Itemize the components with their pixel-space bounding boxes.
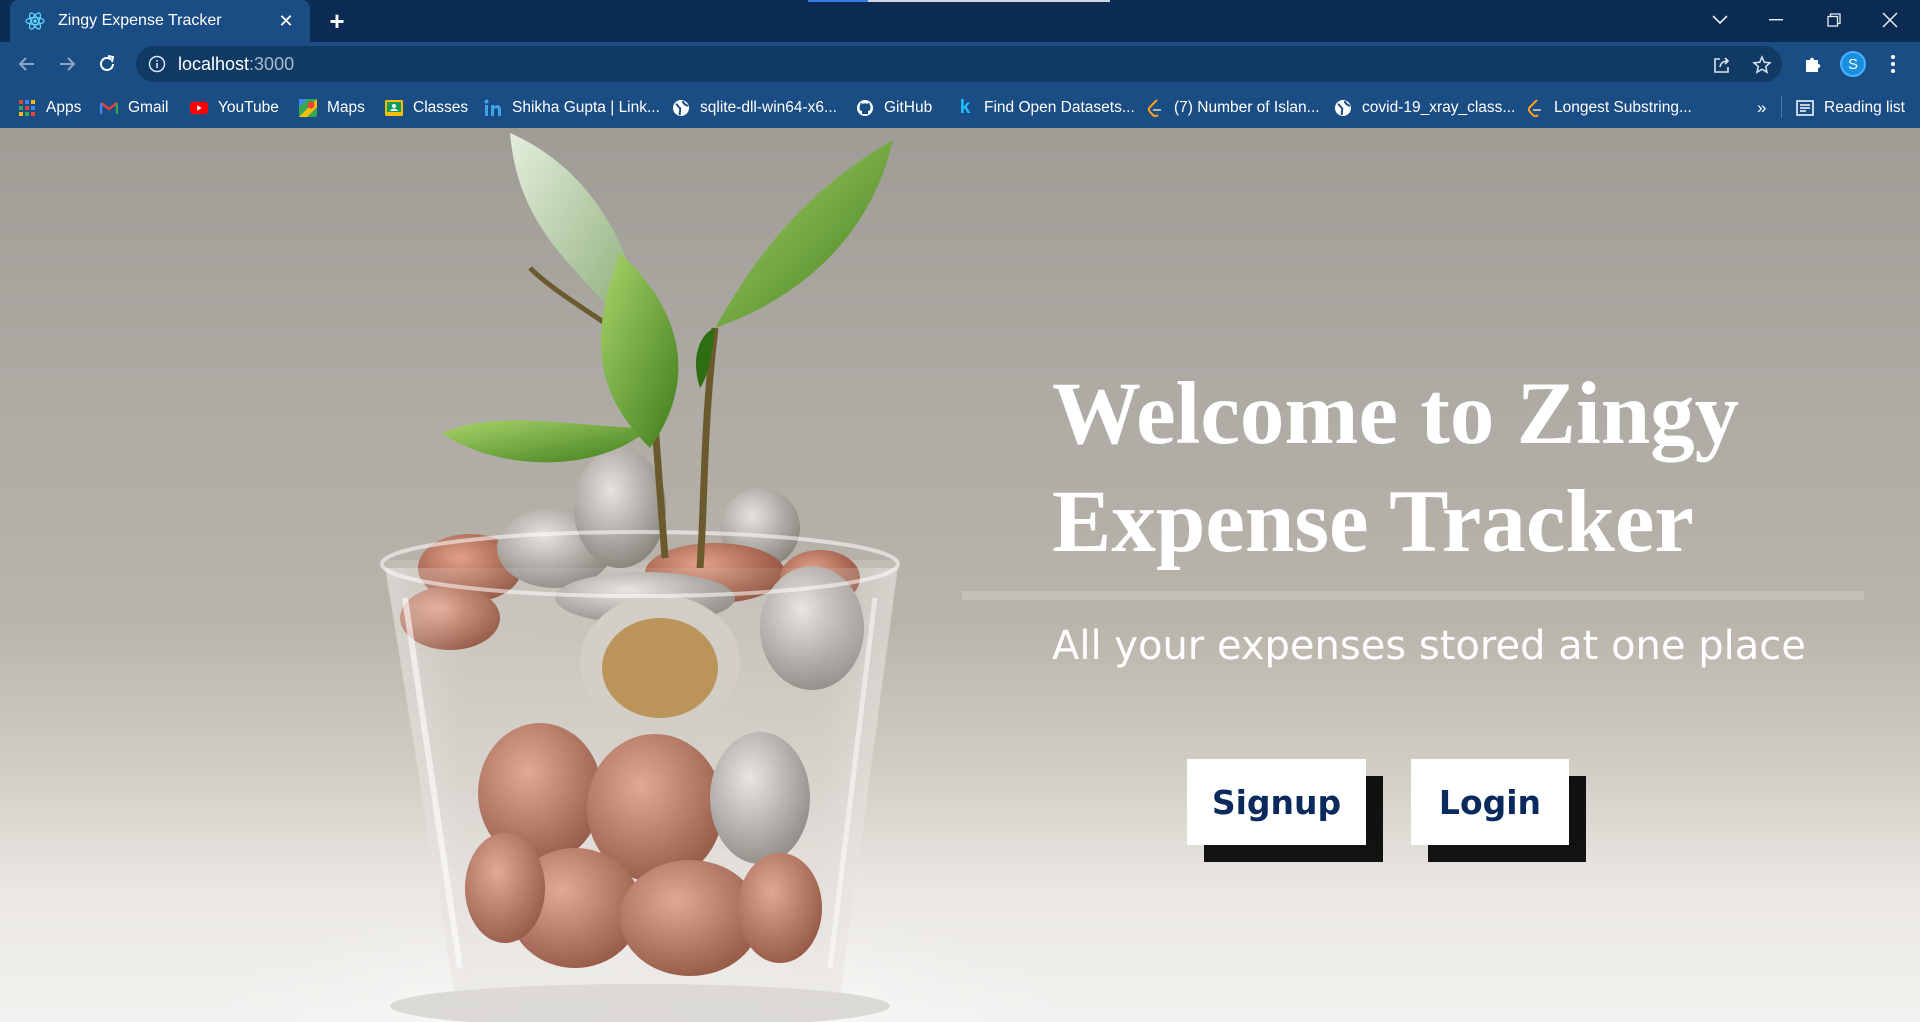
bookmark-gmail[interactable]: Gmail xyxy=(100,97,168,119)
bookmark-sqlite[interactable]: sqlite-dll-win64-x6... xyxy=(672,97,837,119)
bookmark-linkedin[interactable]: Shikha Gupta | Link... xyxy=(484,97,660,119)
site-info-icon[interactable] xyxy=(148,55,166,73)
browser-toolbar: localhost:3000 S xyxy=(0,42,1920,86)
loading-bar xyxy=(808,0,1110,2)
bookmark-apps[interactable]: Apps xyxy=(18,97,81,119)
address-bar[interactable]: localhost:3000 xyxy=(136,46,1782,82)
bookmark-label: Maps xyxy=(327,99,365,116)
reading-list-icon xyxy=(1796,99,1814,117)
extensions-puzzle-icon[interactable] xyxy=(1800,51,1826,77)
bookmark-star-icon[interactable] xyxy=(1752,55,1772,75)
globe-icon xyxy=(1334,99,1352,117)
bookmark-youtube[interactable]: YouTube xyxy=(190,97,279,119)
bookmarks-divider xyxy=(1781,96,1782,118)
close-tab-icon[interactable]: ✕ xyxy=(274,9,298,33)
landing-page: Welcome to Zingy Expense Tracker All you… xyxy=(0,128,1920,1022)
bookmarks-overflow-button[interactable]: » xyxy=(1757,97,1766,119)
bookmark-label: Classes xyxy=(413,99,469,116)
title-line-1: Welcome to Zingy xyxy=(1052,365,1740,463)
divider-line xyxy=(962,591,1864,600)
page-title: Welcome to Zingy Expense Tracker xyxy=(1052,360,1872,576)
restore-icon[interactable] xyxy=(1806,0,1862,40)
bookmark-kaggle[interactable]: k Find Open Datasets... xyxy=(956,97,1135,119)
globe-icon xyxy=(672,99,690,117)
bookmark-label: Longest Substring... xyxy=(1554,99,1692,116)
leetcode-icon xyxy=(1146,99,1164,117)
bookmark-label: Apps xyxy=(46,99,82,116)
bookmark-label: YouTube xyxy=(218,99,279,116)
url-text: localhost:3000 xyxy=(178,54,295,74)
github-icon xyxy=(856,99,874,117)
minimize-icon[interactable] xyxy=(1748,0,1804,40)
new-tab-button[interactable]: + xyxy=(322,6,352,36)
bookmark-label: Find Open Datasets... xyxy=(984,99,1135,116)
classroom-icon xyxy=(385,99,403,117)
bookmark-label: (7) Number of Islan... xyxy=(1174,99,1320,116)
title-line-2: Expense Tracker xyxy=(1052,473,1694,571)
reading-list-label: Reading list xyxy=(1824,99,1905,116)
tab-search-icon[interactable] xyxy=(1692,0,1748,40)
react-icon xyxy=(24,10,46,32)
forward-arrow-icon[interactable] xyxy=(52,49,82,79)
close-window-icon[interactable] xyxy=(1862,0,1918,40)
kaggle-icon: k xyxy=(959,97,971,118)
bookmark-classes[interactable]: Classes xyxy=(385,97,468,119)
bookmark-label: GitHub xyxy=(884,99,933,116)
bookmark-github[interactable]: GitHub xyxy=(856,97,932,119)
bookmark-number-of-islands[interactable]: (7) Number of Islan... xyxy=(1146,97,1320,119)
bookmark-label: sqlite-dll-win64-x6... xyxy=(700,99,837,116)
profile-avatar[interactable]: S xyxy=(1840,51,1866,77)
menu-kebab-icon[interactable] xyxy=(1880,51,1906,77)
bookmark-longest-substring[interactable]: Longest Substring... xyxy=(1526,97,1692,119)
share-icon[interactable] xyxy=(1712,55,1732,75)
maps-icon xyxy=(299,99,317,117)
bookmark-maps[interactable]: Maps xyxy=(299,97,365,119)
leetcode-icon xyxy=(1526,99,1544,117)
bookmark-label: covid-19_xray_class... xyxy=(1362,99,1516,116)
youtube-icon xyxy=(190,99,208,117)
browser-titlebar: Zingy Expense Tracker ✕ + xyxy=(0,0,1920,42)
linkedin-icon xyxy=(484,99,502,117)
bookmark-covid-xray[interactable]: covid-19_xray_class... xyxy=(1334,97,1515,119)
bookmark-label: Gmail xyxy=(128,99,169,116)
browser-tab[interactable]: Zingy Expense Tracker ✕ xyxy=(10,0,310,42)
reading-list-button[interactable]: Reading list xyxy=(1796,97,1905,119)
login-button[interactable]: Login xyxy=(1411,759,1569,845)
gmail-icon xyxy=(100,99,118,117)
back-arrow-icon[interactable] xyxy=(12,49,42,79)
tab-title: Zingy Expense Tracker xyxy=(58,12,222,29)
signup-button[interactable]: Signup xyxy=(1187,759,1366,845)
apps-grid-icon xyxy=(18,99,36,117)
reload-icon[interactable] xyxy=(92,49,122,79)
bookmark-label: Shikha Gupta | Link... xyxy=(512,99,660,116)
page-subtitle: All your expenses stored at one place xyxy=(1052,623,1806,669)
bookmarks-bar: Apps Gmail YouTube Maps Classes Shikha G… xyxy=(0,86,1920,128)
